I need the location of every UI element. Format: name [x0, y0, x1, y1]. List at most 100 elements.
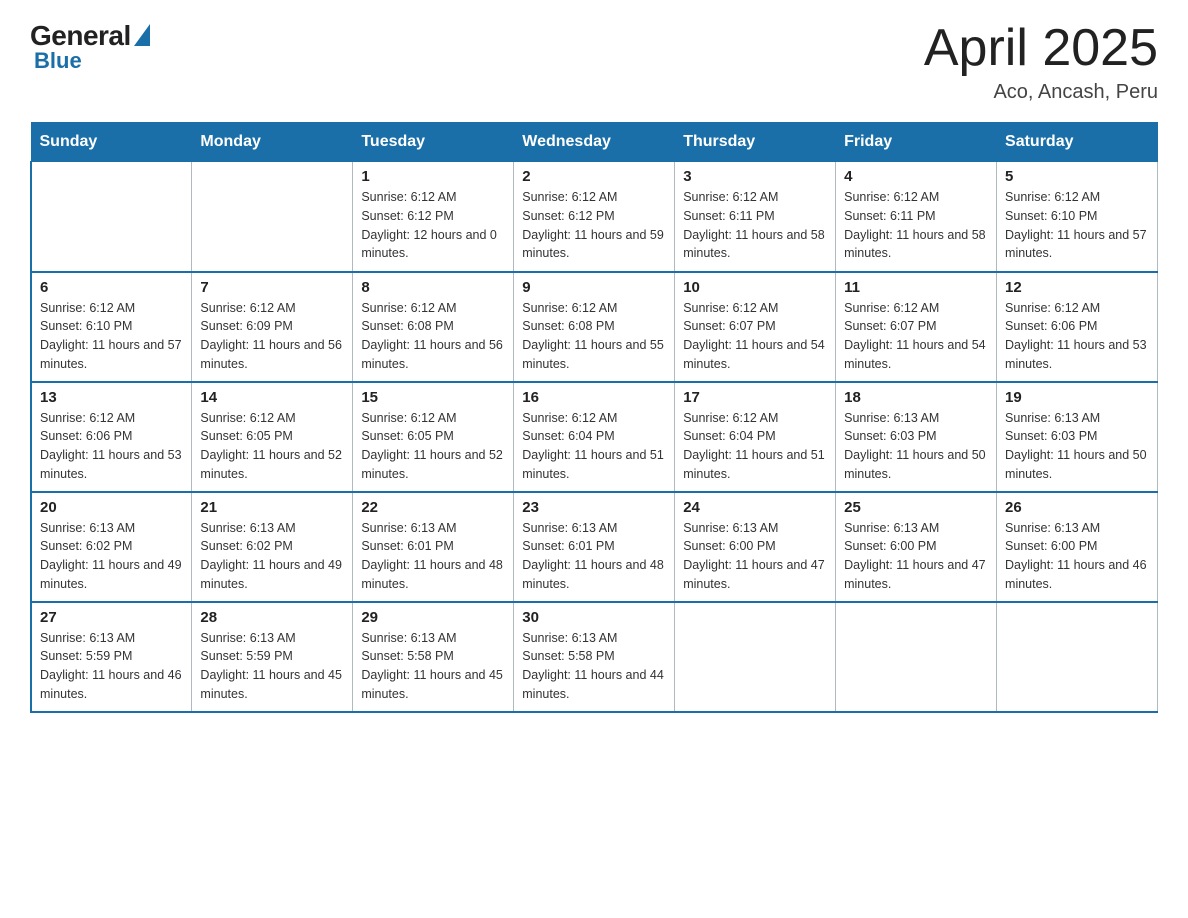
- cell-sun-info: Sunrise: 6:13 AMSunset: 6:01 PMDaylight:…: [361, 519, 505, 594]
- cell-sun-info: Sunrise: 6:12 AMSunset: 6:04 PMDaylight:…: [683, 409, 827, 484]
- cell-day-number: 19: [1005, 389, 1149, 406]
- cell-sun-info: Sunrise: 6:12 AMSunset: 6:05 PMDaylight:…: [200, 409, 344, 484]
- cell-day-number: 12: [1005, 279, 1149, 296]
- cell-day-number: 18: [844, 389, 988, 406]
- header-thursday: Thursday: [675, 123, 836, 162]
- header-saturday: Saturday: [997, 123, 1158, 162]
- table-row: 22 Sunrise: 6:13 AMSunset: 6:01 PMDayligh…: [353, 492, 514, 602]
- cell-day-number: 25: [844, 499, 988, 516]
- table-row: 2 Sunrise: 6:12 AMSunset: 6:12 PMDaylight…: [514, 162, 675, 272]
- cell-day-number: 11: [844, 279, 988, 296]
- cell-day-number: 30: [522, 609, 666, 626]
- table-row: 28 Sunrise: 6:13 AMSunset: 5:59 PMDayligh…: [192, 602, 353, 712]
- cell-day-number: 2: [522, 168, 666, 185]
- table-row: 13 Sunrise: 6:12 AMSunset: 6:06 PMDayligh…: [31, 382, 192, 492]
- table-row: 15Sunrise: 6:12 AMSunset: 6:05 PMDayligh…: [353, 382, 514, 492]
- logo-blue-text: Blue: [34, 48, 82, 74]
- cell-sun-info: Sunrise: 6:12 AMSunset: 6:10 PMDaylight:…: [1005, 188, 1149, 263]
- cell-day-number: 28: [200, 609, 344, 626]
- header-friday: Friday: [836, 123, 997, 162]
- table-row: 16 Sunrise: 6:12 AMSunset: 6:04 PMDayligh…: [514, 382, 675, 492]
- cell-sun-info: Sunrise: 6:13 AMSunset: 6:02 PMDaylight:…: [200, 519, 344, 594]
- cell-day-number: 16: [522, 389, 666, 406]
- cell-day-number: 4: [844, 168, 988, 185]
- table-row: 20 Sunrise: 6:13 AMSunset: 6:02 PMDayligh…: [31, 492, 192, 602]
- cell-day-number: 24: [683, 499, 827, 516]
- cell-sun-info: Sunrise: 6:12 AMSunset: 6:06 PMDaylight:…: [40, 409, 183, 484]
- table-row: [675, 602, 836, 712]
- cell-sun-info: Sunrise: 6:12 AMSunset: 6:08 PMDaylight:…: [522, 299, 666, 374]
- cell-day-number: 9: [522, 279, 666, 296]
- cell-day-number: 20: [40, 499, 183, 516]
- cell-day-number: 6: [40, 279, 183, 296]
- table-row: 29 Sunrise: 6:13 AMSunset: 5:58 PMDayligh…: [353, 602, 514, 712]
- header-wednesday: Wednesday: [514, 123, 675, 162]
- table-row: 1 Sunrise: 6:12 AMSunset: 6:12 PMDaylight…: [353, 162, 514, 272]
- cell-sun-info: Sunrise: 6:12 AMSunset: 6:11 PMDaylight:…: [683, 188, 827, 263]
- cell-sun-info: Sunrise: 6:12 AMSunset: 6:09 PMDaylight:…: [200, 299, 344, 374]
- table-row: 30 Sunrise: 6:13 AMSunset: 5:58 PMDayligh…: [514, 602, 675, 712]
- table-row: 24 Sunrise: 6:13 AMSunset: 6:00 PMDayligh…: [675, 492, 836, 602]
- calendar-title: April 2025: [924, 20, 1158, 77]
- table-row: 6 Sunrise: 6:12 AMSunset: 6:10 PMDaylight…: [31, 272, 192, 382]
- table-row: 26 Sunrise: 6:13 AMSunset: 6:00 PMDayligh…: [997, 492, 1158, 602]
- cell-day-number: 14: [200, 389, 344, 406]
- cell-day-number: 21: [200, 499, 344, 516]
- cell-sun-info: Sunrise: 6:13 AMSunset: 5:59 PMDaylight:…: [200, 629, 344, 704]
- cell-day-number: 5: [1005, 168, 1149, 185]
- cell-day-number: 23: [522, 499, 666, 516]
- cell-sun-info: Sunrise: 6:12 AMSunset: 6:12 PMDaylight:…: [361, 188, 505, 263]
- table-row: 5 Sunrise: 6:12 AMSunset: 6:10 PMDaylight…: [997, 162, 1158, 272]
- cell-sun-info: Sunrise: 6:13 AMSunset: 6:03 PMDaylight:…: [1005, 409, 1149, 484]
- table-row: 18 Sunrise: 6:13 AMSunset: 6:03 PMDayligh…: [836, 382, 997, 492]
- table-row: 17 Sunrise: 6:12 AMSunset: 6:04 PMDayligh…: [675, 382, 836, 492]
- cell-day-number: 3: [683, 168, 827, 185]
- cell-sun-info: Sunrise: 6:13 AMSunset: 6:00 PMDaylight:…: [1005, 519, 1149, 594]
- cell-sun-info: Sunrise: 6:13 AMSunset: 6:00 PMDaylight:…: [683, 519, 827, 594]
- cell-sun-info: Sunrise: 6:12 AMSunset: 6:06 PMDaylight:…: [1005, 299, 1149, 374]
- cell-day-number: 1: [361, 168, 505, 185]
- cell-sun-info: Sunrise: 6:13 AMSunset: 6:02 PMDaylight:…: [40, 519, 183, 594]
- cell-sun-info: Sunrise: 6:13 AMSunset: 6:01 PMDaylight:…: [522, 519, 666, 594]
- table-row: 25 Sunrise: 6:13 AMSunset: 6:00 PMDayligh…: [836, 492, 997, 602]
- table-row: [31, 162, 192, 272]
- cell-sun-info: Sunrise: 6:13 AMSunset: 6:03 PMDaylight:…: [844, 409, 988, 484]
- page-header: General Blue April 2025 Aco, Ancash, Per…: [30, 20, 1158, 104]
- cell-sun-info: Sunrise: 6:13 AMSunset: 6:00 PMDaylight:…: [844, 519, 988, 594]
- cell-day-number: 29: [361, 609, 505, 626]
- cell-sun-info: Sunrise: 6:12 AMSunset: 6:10 PMDaylight:…: [40, 299, 183, 374]
- table-row: [192, 162, 353, 272]
- table-row: [836, 602, 997, 712]
- calendar-week-row: 6 Sunrise: 6:12 AMSunset: 6:10 PMDaylight…: [31, 272, 1158, 382]
- cell-sun-info: Sunrise: 6:12 AMSunset: 6:04 PMDaylight:…: [522, 409, 666, 484]
- table-row: 19 Sunrise: 6:13 AMSunset: 6:03 PMDayligh…: [997, 382, 1158, 492]
- cell-day-number: 22: [361, 499, 505, 516]
- cell-sun-info: Sunrise: 6:13 AMSunset: 5:59 PMDaylight:…: [40, 629, 183, 704]
- cell-sun-info: Sunrise: 6:12 AMSunset: 6:12 PMDaylight:…: [522, 188, 666, 263]
- calendar-week-row: 27Sunrise: 6:13 AMSunset: 5:59 PMDayligh…: [31, 602, 1158, 712]
- cell-day-number: 17: [683, 389, 827, 406]
- logo-triangle-icon: [134, 24, 150, 46]
- cell-day-number: 26: [1005, 499, 1149, 516]
- cell-sun-info: Sunrise: 6:12 AMSunset: 6:07 PMDaylight:…: [683, 299, 827, 374]
- calendar-week-row: 13 Sunrise: 6:12 AMSunset: 6:06 PMDayligh…: [31, 382, 1158, 492]
- table-row: 4 Sunrise: 6:12 AMSunset: 6:11 PMDaylight…: [836, 162, 997, 272]
- title-block: April 2025 Aco, Ancash, Peru: [924, 20, 1158, 104]
- table-row: 11 Sunrise: 6:12 AMSunset: 6:07 PMDayligh…: [836, 272, 997, 382]
- cell-sun-info: Sunrise: 6:12 AMSunset: 6:07 PMDaylight:…: [844, 299, 988, 374]
- header-sunday: Sunday: [31, 123, 192, 162]
- table-row: 14 Sunrise: 6:12 AMSunset: 6:05 PMDayligh…: [192, 382, 353, 492]
- cell-sun-info: Sunrise: 6:12 AMSunset: 6:11 PMDaylight:…: [844, 188, 988, 263]
- cell-sun-info: Sunrise: 6:13 AMSunset: 5:58 PMDaylight:…: [361, 629, 505, 704]
- cell-day-number: 13: [40, 389, 183, 406]
- table-row: 12 Sunrise: 6:12 AMSunset: 6:06 PMDayligh…: [997, 272, 1158, 382]
- calendar-table: Sunday Monday Tuesday Wednesday Thursday…: [30, 122, 1158, 713]
- table-row: 9 Sunrise: 6:12 AMSunset: 6:08 PMDaylight…: [514, 272, 675, 382]
- calendar-week-row: 20 Sunrise: 6:13 AMSunset: 6:02 PMDayligh…: [31, 492, 1158, 602]
- header-tuesday: Tuesday: [353, 123, 514, 162]
- cell-sun-info: Sunrise: 6:13 AMSunset: 5:58 PMDaylight:…: [522, 629, 666, 704]
- table-row: 3 Sunrise: 6:12 AMSunset: 6:11 PMDaylight…: [675, 162, 836, 272]
- table-row: 7Sunrise: 6:12 AMSunset: 6:09 PMDaylight…: [192, 272, 353, 382]
- calendar-week-row: 1 Sunrise: 6:12 AMSunset: 6:12 PMDaylight…: [31, 162, 1158, 272]
- header-monday: Monday: [192, 123, 353, 162]
